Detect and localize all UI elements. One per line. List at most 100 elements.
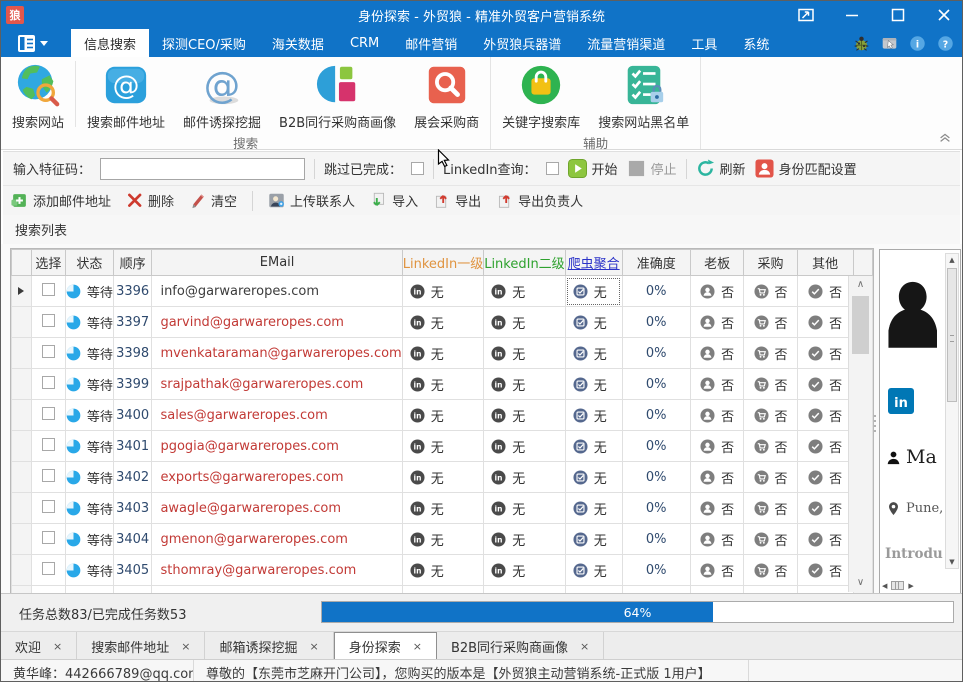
minimize-button[interactable]	[842, 5, 862, 25]
col-header-status[interactable]: 状态	[65, 250, 113, 276]
cart-badge-icon	[754, 563, 769, 578]
panel-vertical-scrollbar[interactable]: ▲ ▼	[945, 253, 959, 569]
table-row[interactable]: 等待3399srajpathak@garwareropes.comin无in无无…	[12, 369, 873, 400]
ribbon-collapse-icon[interactable]	[938, 130, 952, 144]
scroll-up-icon[interactable]: ∧	[849, 278, 872, 292]
ribbon-button[interactable]: 搜索网站	[3, 57, 73, 131]
col-header-email[interactable]: EMail	[152, 250, 402, 276]
col-header-boss[interactable]: 老板	[690, 250, 743, 276]
ribbon-separator	[75, 61, 76, 127]
scrollbar-thumb[interactable]	[891, 581, 904, 590]
linkedin-query-checkbox[interactable]	[546, 162, 559, 175]
row-checkbox[interactable]	[42, 283, 55, 296]
refresh-button[interactable]: 刷新	[696, 159, 746, 178]
scroll-left-icon[interactable]: ◀	[882, 582, 887, 590]
row-checkbox[interactable]	[42, 500, 55, 513]
import-button[interactable]: 导入	[370, 191, 418, 210]
table-vertical-scrollbar[interactable]: ∧ ∨	[848, 276, 872, 592]
table-row[interactable]: 等待3401pgogia@garwareropes.comin无in无无0%否否…	[12, 431, 873, 462]
col-header-accuracy[interactable]: 准确度	[622, 250, 690, 276]
table-row[interactable]: 等待3402exports@garwareropes.comin无in无无0%否…	[12, 462, 873, 493]
col-header-select[interactable]: 选择	[31, 250, 65, 276]
panel-splitter-handle[interactable]	[872, 403, 878, 443]
scroll-down-icon[interactable]: ▼	[946, 556, 958, 568]
export-manager-button[interactable]: 导出负责人	[496, 191, 583, 210]
menu-tab[interactable]: 外贸狼兵器谱	[470, 29, 574, 57]
col-header-order[interactable]: 顺序	[113, 250, 152, 276]
scrollbar-thumb[interactable]	[947, 268, 957, 402]
table-row[interactable]: 等待3397garvind@garwareropes.comin无in无无0%否…	[12, 307, 873, 338]
scroll-up-icon[interactable]: ▲	[946, 254, 958, 266]
col-header-linkedin2[interactable]: LinkedIn二级	[484, 250, 565, 276]
col-header-other[interactable]: 其他	[797, 250, 853, 276]
identity-match-settings-button[interactable]: 身份匹配设置	[755, 159, 857, 178]
table-row[interactable]: 等待3404gmenon@garwareropes.comin无in无无0%否否…	[12, 524, 873, 555]
maximize-button[interactable]	[888, 5, 908, 25]
row-checkbox[interactable]	[42, 562, 55, 575]
cursor-window-icon[interactable]	[881, 35, 898, 52]
row-checkbox[interactable]	[42, 345, 55, 358]
svg-text:in: in	[413, 380, 421, 389]
menu-tab[interactable]: 邮件营销	[392, 29, 470, 57]
table-row[interactable]: 等待3396info@garwareropes.comin无in无无0%否否否	[12, 276, 873, 307]
row-checkbox[interactable]	[42, 531, 55, 544]
menu-tab[interactable]: 工具	[678, 29, 730, 57]
col-header-purchase[interactable]: 采购	[744, 250, 797, 276]
doc-tab[interactable]: B2B同行采购商画像×	[437, 632, 604, 660]
doc-tab[interactable]: 身份探索×	[334, 632, 437, 660]
delete-button[interactable]: 删除	[126, 191, 174, 210]
table-row[interactable]: 等待3405sthomray@garwareropes.comin无in无无0%…	[12, 555, 873, 586]
tab-close-icon[interactable]: ×	[413, 640, 422, 653]
tab-close-icon[interactable]: ×	[53, 640, 62, 653]
feature-code-input[interactable]	[100, 158, 305, 180]
row-checkbox[interactable]	[42, 438, 55, 451]
add-email-button[interactable]: 添加邮件地址	[11, 191, 111, 210]
tab-close-icon[interactable]: ×	[181, 640, 190, 653]
ribbon-button[interactable]: 展会采购商	[405, 57, 488, 131]
skip-completed-checkbox[interactable]	[411, 162, 424, 175]
doc-tab[interactable]: 欢迎×	[1, 632, 77, 660]
table-row[interactable]: 等待3400sales@garwareropes.comin无in无无0%否否否	[12, 400, 873, 431]
row-checkbox[interactable]	[42, 469, 55, 482]
menu-tab[interactable]: 信息搜索	[71, 29, 149, 57]
linkedin-icon[interactable]: in	[888, 388, 914, 414]
ribbon-button[interactable]: 关键字搜索库	[493, 57, 589, 131]
info-icon[interactable]: i	[909, 35, 926, 52]
app-menu-icon[interactable]	[17, 34, 51, 53]
clear-button[interactable]: 清空	[189, 191, 237, 210]
menu-tab[interactable]: CRM	[337, 29, 392, 57]
row-checkbox[interactable]	[42, 314, 55, 327]
panel-horizontal-scrollbar[interactable]: ◀ ▶	[882, 579, 940, 592]
close-button[interactable]	[934, 5, 954, 25]
help-icon[interactable]: ?	[937, 35, 954, 52]
scroll-down-icon[interactable]: ∨	[849, 576, 872, 590]
scrollbar-thumb[interactable]	[852, 296, 869, 354]
tab-close-icon[interactable]: ×	[309, 640, 318, 653]
scroll-right-icon[interactable]: ▶	[908, 582, 913, 590]
ribbon-button[interactable]: 搜索网站黑名单	[589, 57, 698, 131]
table-row[interactable]: 等待3398mvenkataraman@garwareropes.comin无i…	[12, 338, 873, 369]
col-header-linkedin1[interactable]: LinkedIn一级	[402, 250, 483, 276]
table-row[interactable]: 等待3403awagle@garwareropes.comin无in无无0%否否…	[12, 493, 873, 524]
stop-button[interactable]: 停止	[627, 159, 677, 178]
ribbon-button[interactable]: B2B同行采购商画像	[270, 57, 405, 131]
menu-tab[interactable]: 流量营销渠道	[574, 29, 678, 57]
bug-icon[interactable]	[853, 35, 870, 52]
row-checkbox[interactable]	[42, 376, 55, 389]
in-badge-icon: in	[410, 284, 425, 299]
ribbon-button[interactable]: @邮件诱探挖掘	[174, 57, 270, 131]
row-checkbox[interactable]	[42, 407, 55, 420]
upload-contacts-button[interactable]: 上传联系人	[268, 191, 355, 210]
menu-tab[interactable]: 系统	[730, 29, 782, 57]
export-button[interactable]: 导出	[433, 191, 481, 210]
tab-close-icon[interactable]: ×	[580, 640, 589, 653]
start-button[interactable]: 开始	[568, 159, 618, 178]
in-badge-icon: in	[410, 439, 425, 454]
doc-tab[interactable]: 邮箱诱探挖掘×	[205, 632, 333, 660]
menu-tab[interactable]: 海关数据	[259, 29, 337, 57]
doc-tab[interactable]: 搜索邮件地址×	[77, 632, 205, 660]
pin-window-button[interactable]	[796, 5, 816, 25]
menu-tab[interactable]: 探测CEO/采购	[149, 29, 259, 57]
col-header-crawler[interactable]: 爬虫聚合	[565, 250, 622, 276]
ribbon-button[interactable]: @搜索邮件地址	[78, 57, 174, 131]
